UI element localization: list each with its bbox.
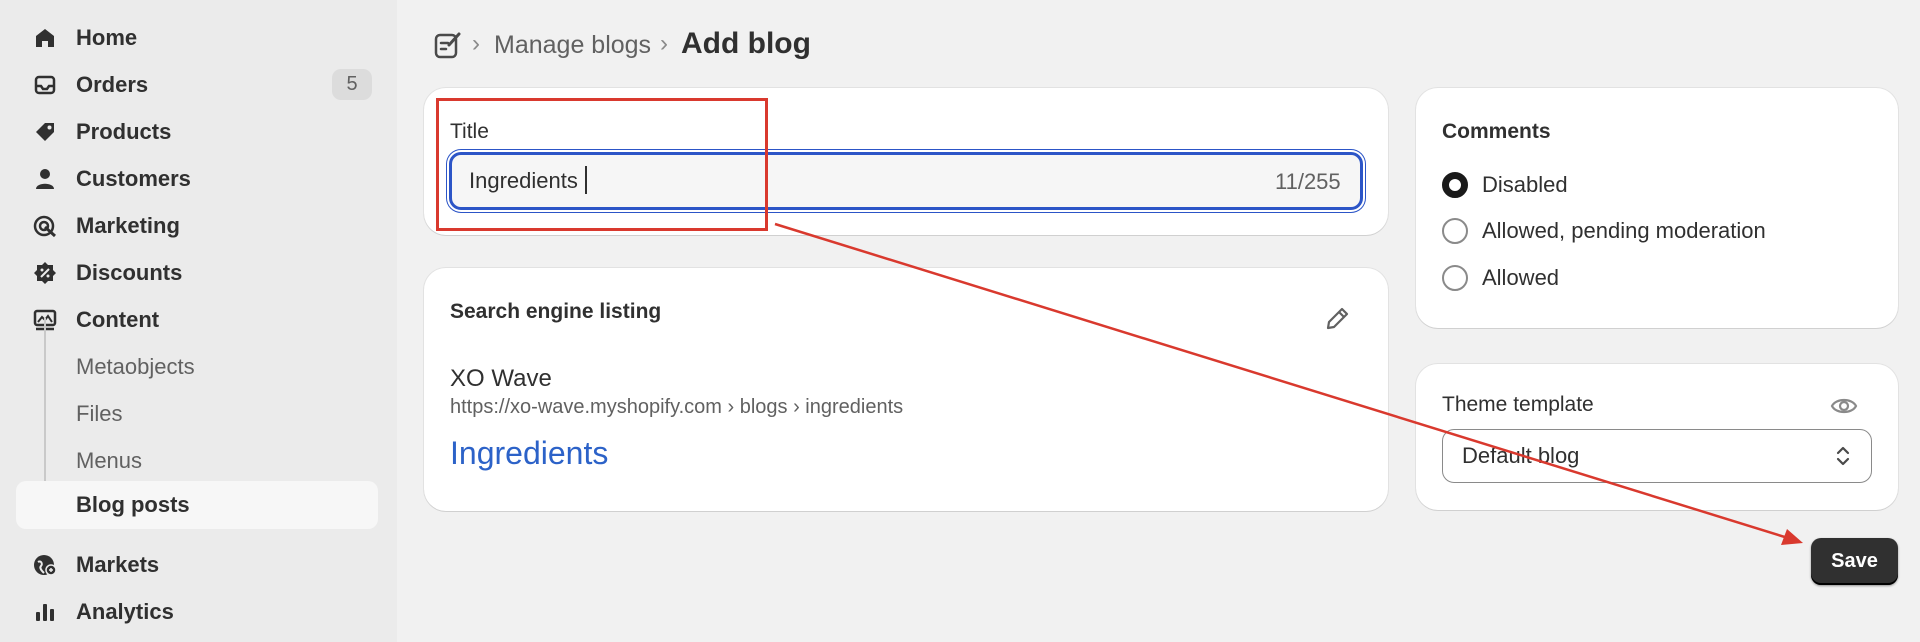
globe-icon [32,552,58,578]
sidebar-item-label: Menus [76,447,143,473]
discount-icon [32,260,58,286]
annotation-highlight-box [436,98,768,231]
radio-button[interactable] [1442,218,1468,244]
sidebar-item-analytics[interactable]: Analytics [16,588,378,635]
target-icon [32,213,58,239]
theme-template-label: Theme template [1442,393,1594,416]
breadcrumb-separator: › [660,30,668,57]
save-button[interactable]: Save [1811,538,1898,585]
bar-chart-icon [32,599,58,625]
sidebar-item-label: Discounts [76,259,183,285]
sidebar-item-label: Blog posts [76,492,190,517]
sidebar-item-label: Customers [76,165,191,191]
radio-button[interactable] [1442,172,1468,198]
comments-option-pending-moderation[interactable]: Allowed, pending moderation [1442,216,1766,246]
orders-count-badge: 5 [332,69,372,100]
page-title: Add blog [681,27,811,60]
comments-option-disabled[interactable]: Disabled [1442,170,1568,200]
sidebar-item-label: Products [76,118,172,144]
chevron-up-down-icon [1834,443,1852,469]
theme-template-value: Default blog [1462,443,1580,468]
sidebar-item-files[interactable]: Files [16,390,378,437]
sidebar-item-markets[interactable]: Markets [16,541,378,588]
pencil-icon[interactable] [1322,304,1352,334]
seo-heading: Search engine listing [450,300,662,323]
seo-page-title: Ingredients [450,435,609,471]
sidebar-item-orders[interactable]: Orders 5 [16,61,378,108]
blog-edit-icon[interactable] [434,30,462,60]
sidebar-item-label: Markets [76,551,160,577]
sidebar-item-label: Content [76,306,160,332]
radio-button[interactable] [1442,265,1468,291]
radio-label: Allowed [1482,265,1560,290]
sidebar-item-label: Marketing [76,212,180,238]
sidebar-item-label: Metaobjects [76,353,195,379]
sidebar-item-products[interactable]: Products [16,108,378,155]
sidebar-item-metaobjects[interactable]: Metaobjects [16,343,378,390]
sidebar-item-discounts[interactable]: Discounts [16,249,378,296]
eye-icon[interactable] [1830,394,1858,418]
breadcrumb-separator: › [472,30,480,57]
sidebar: Home Orders 5 Products Customers Marketi… [0,0,397,642]
seo-url: https://xo-wave.myshopify.com › blogs › … [450,396,904,418]
sidebar-item-home[interactable]: Home [16,14,378,61]
person-icon [32,166,58,192]
home-icon [32,25,58,51]
sidebar-item-label: Orders [76,71,149,97]
sidebar-item-content[interactable]: Content [16,296,378,343]
breadcrumb-manage-blogs[interactable]: Manage blogs [494,31,651,60]
sidebar-item-label: Home [76,24,138,50]
tag-icon [32,119,58,145]
sidebar-item-label: Analytics [76,598,174,624]
comments-option-allowed[interactable]: Allowed [1442,263,1559,293]
radio-label: Allowed, pending moderation [1482,218,1766,243]
sidebar-item-blog-posts[interactable]: Blog posts [16,481,378,529]
inbox-icon [32,72,58,98]
sidebar-item-marketing[interactable]: Marketing [16,202,378,249]
sidebar-item-customers[interactable]: Customers [16,155,378,202]
character-counter: 11/255 [1275,169,1341,194]
sidebar-item-menus[interactable]: Menus [16,437,378,484]
sidebar-item-label: Files [76,400,123,426]
radio-label: Disabled [1482,172,1568,197]
comments-heading: Comments [1442,120,1551,143]
seo-store-name: XO Wave [450,365,552,392]
